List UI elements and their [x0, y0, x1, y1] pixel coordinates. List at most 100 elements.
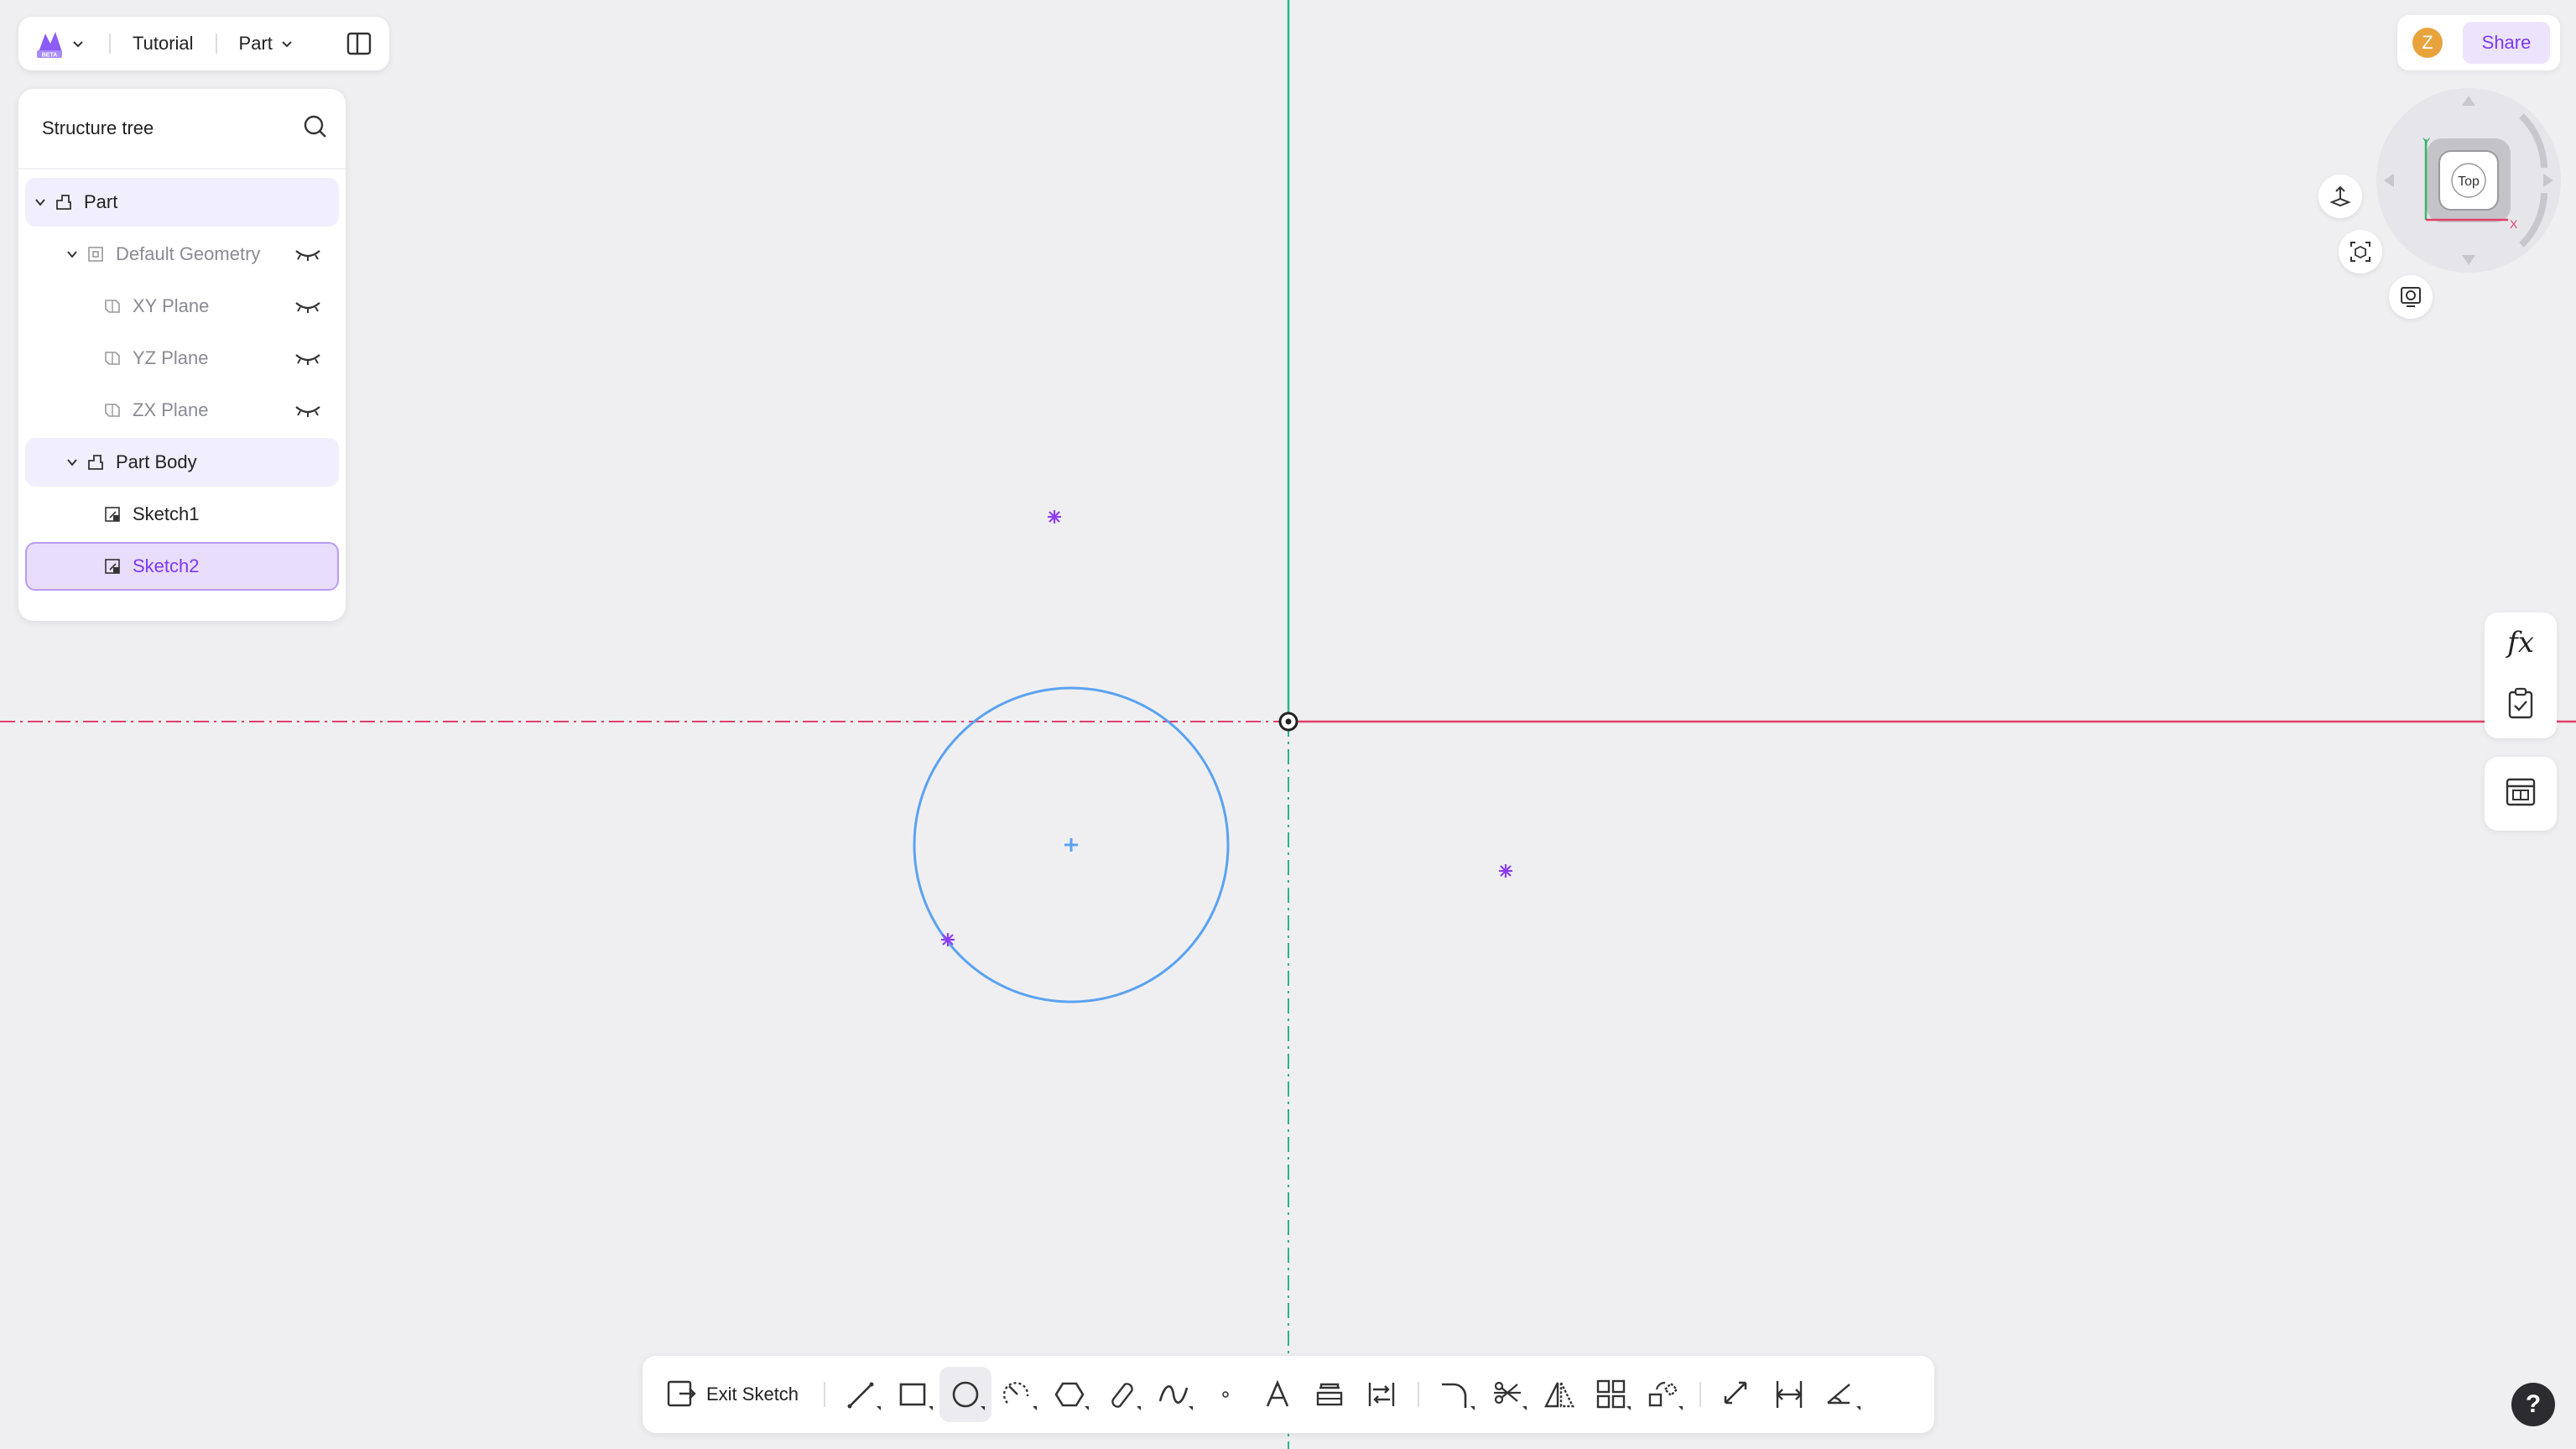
eye-hidden-icon[interactable]: [294, 297, 322, 315]
chevron-down-icon[interactable]: [32, 194, 49, 211]
user-avatar[interactable]: Z: [2412, 28, 2443, 58]
arc-tool[interactable]: [991, 1367, 1043, 1422]
fillet-tool[interactable]: [1429, 1367, 1481, 1422]
top-bar: BETA Tutorial Part: [18, 17, 389, 70]
tree-item-label: Sketch1: [133, 503, 200, 524]
axis-x-label: X: [2510, 217, 2518, 231]
circle-center-point[interactable]: [1064, 838, 1078, 852]
line-tool[interactable]: [835, 1367, 887, 1422]
tree-item-zx-plane[interactable]: ZX Plane: [25, 386, 339, 435]
convert-tool[interactable]: [1356, 1367, 1408, 1422]
dimension-icon: [1724, 1381, 1747, 1405]
mirror-icon: [1544, 1382, 1574, 1408]
project-name[interactable]: Tutorial: [133, 33, 194, 55]
view-cube[interactable]: Top Y X: [2372, 84, 2565, 277]
plane-icon: [102, 400, 122, 420]
tree-item-part-body[interactable]: Part Body: [25, 438, 339, 487]
sketch-icon: [102, 504, 122, 524]
text-tool[interactable]: [1252, 1367, 1304, 1422]
tree-item-label: YZ Plane: [133, 347, 209, 368]
toggle-panel-icon[interactable]: [344, 29, 374, 59]
tree-item-default-geometry[interactable]: Default Geometry: [25, 230, 339, 279]
line-icon: [847, 1382, 874, 1409]
tree-item-sketch1[interactable]: Sketch1: [25, 490, 339, 539]
sketch-icon: [102, 556, 122, 576]
tree-item-xy-plane[interactable]: XY Plane: [25, 282, 339, 331]
tree-item-label: Sketch2: [133, 555, 200, 576]
share-area: Z Share: [2397, 15, 2560, 70]
polygon-tool[interactable]: [1043, 1367, 1095, 1422]
display-mode-icon[interactable]: [2389, 275, 2433, 319]
app-menu-chevron-down-icon[interactable]: [69, 34, 87, 53]
clipboard-check-icon[interactable]: [2506, 687, 2535, 725]
sketch-toolbar: Exit Sketch: [643, 1356, 1934, 1433]
convert-icon: [1368, 1383, 1395, 1406]
eye-hidden-icon[interactable]: [294, 349, 322, 367]
constraint-tool[interactable]: [1763, 1367, 1815, 1422]
formula-icon[interactable]: fx: [2507, 626, 2534, 659]
structure-tree-panel: Structure tree Part Default Geometry XY …: [18, 89, 346, 621]
axis-y-label: Y: [2422, 135, 2431, 149]
fillet-icon: [1442, 1383, 1467, 1408]
angle-tool[interactable]: [1815, 1367, 1867, 1422]
divider: [109, 34, 111, 54]
dimension-tool[interactable]: [1711, 1367, 1763, 1422]
trim-tool[interactable]: [1481, 1367, 1533, 1422]
chevron-down-icon[interactable]: [64, 246, 81, 263]
divider: [824, 1382, 826, 1407]
eye-hidden-icon[interactable]: [294, 401, 322, 420]
sketch-canvas[interactable]: [0, 0, 2576, 1449]
angle-icon: [1827, 1384, 1850, 1405]
project-icon: [1316, 1383, 1343, 1406]
part-icon: [54, 192, 74, 212]
circle-tool[interactable]: [939, 1367, 992, 1422]
help-button[interactable]: ?: [2511, 1383, 2555, 1426]
mirror-tool[interactable]: [1533, 1367, 1585, 1422]
tree-item-yz-plane[interactable]: YZ Plane: [25, 334, 339, 383]
mode-chevron-down-icon[interactable]: [278, 34, 296, 53]
tree-item-label: ZX Plane: [133, 399, 209, 420]
slot-tool[interactable]: [1095, 1367, 1147, 1422]
search-icon[interactable]: [302, 113, 329, 144]
chevron-down-icon[interactable]: [64, 454, 81, 471]
svg-text:BETA: BETA: [42, 53, 58, 59]
rectangle-icon: [899, 1383, 926, 1406]
sketch-point[interactable]: [1499, 864, 1512, 878]
polygon-icon: [1054, 1382, 1085, 1407]
mode-selector[interactable]: Part: [239, 33, 273, 55]
point-icon: [1222, 1391, 1229, 1398]
tree-item-part[interactable]: Part: [25, 178, 339, 227]
right-tool-panel: fx: [2485, 612, 2557, 738]
app-logo-icon[interactable]: BETA: [32, 25, 69, 62]
view-cube-face-label: Top: [2458, 175, 2480, 189]
slot-icon: [1111, 1383, 1133, 1408]
exit-sketch-button[interactable]: Exit Sketch: [666, 1369, 814, 1420]
part-body-icon: [86, 452, 106, 472]
exit-sketch-label: Exit Sketch: [706, 1384, 799, 1405]
project-tool[interactable]: [1304, 1367, 1356, 1422]
home-view-icon[interactable]: [2318, 175, 2362, 218]
sketch-point[interactable]: [941, 933, 955, 946]
divider: [1699, 1382, 1702, 1407]
table-view-icon[interactable]: [2505, 777, 2537, 811]
plane-icon: [102, 348, 122, 368]
structure-tree-header: Structure tree: [18, 89, 346, 169]
eye-hidden-icon[interactable]: [294, 245, 322, 263]
divider: [215, 34, 217, 54]
point-tool[interactable]: [1200, 1367, 1252, 1422]
share-button[interactable]: Share: [2463, 22, 2550, 64]
text-icon: [1266, 1379, 1289, 1407]
trim-icon: [1494, 1381, 1522, 1405]
circle-icon: [952, 1381, 979, 1408]
transform-tool[interactable]: [1637, 1367, 1689, 1422]
rectangle-tool[interactable]: [887, 1367, 939, 1422]
sketch-point[interactable]: [1048, 510, 1061, 524]
tree-item-sketch2[interactable]: Sketch2: [25, 542, 339, 591]
structure-tree-title: Structure tree: [42, 117, 154, 138]
arc-icon: [1002, 1382, 1029, 1404]
tree-item-label: Default Geometry: [116, 243, 261, 264]
right-tool-panel-2: [2485, 757, 2557, 831]
divider: [1418, 1382, 1420, 1407]
spline-tool[interactable]: [1147, 1367, 1200, 1422]
pattern-tool[interactable]: [1585, 1367, 1637, 1422]
